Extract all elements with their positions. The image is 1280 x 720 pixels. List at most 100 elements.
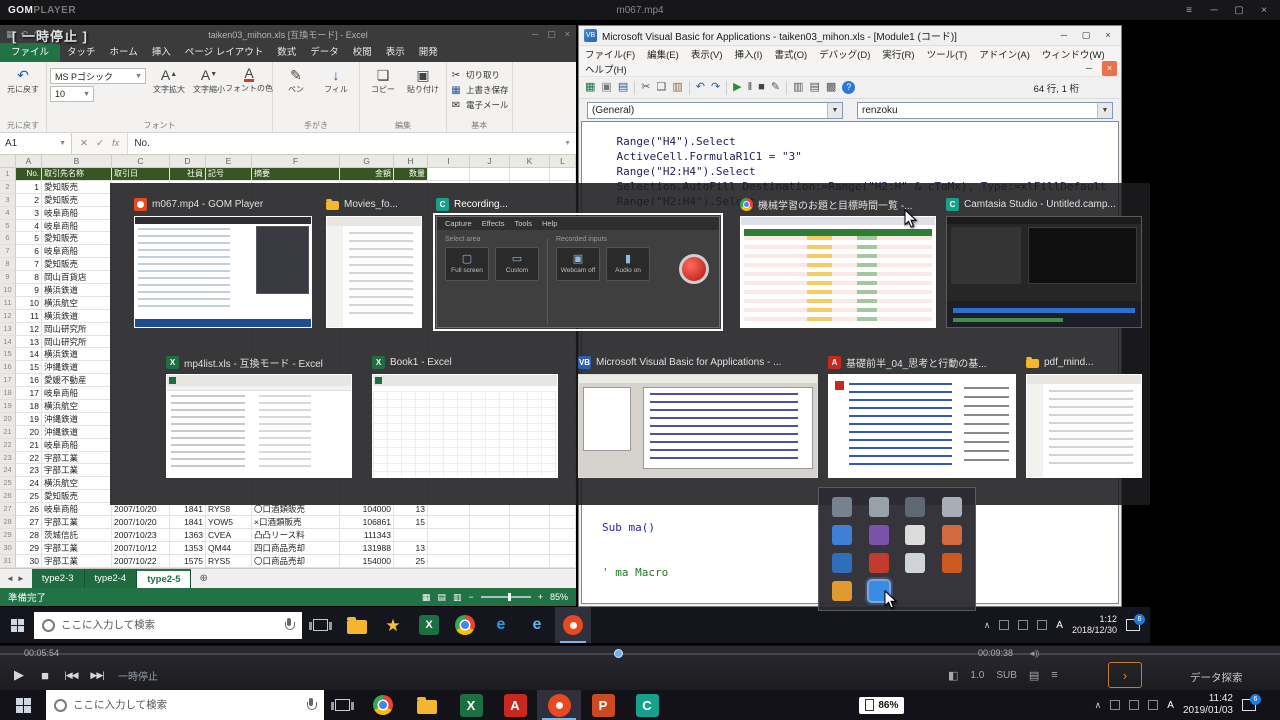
button-label: フォントの色: [225, 83, 273, 94]
close-button[interactable]: ×: [1253, 3, 1275, 18]
sheet-scroll-left-icon: ◄: [6, 574, 14, 583]
recorded-inputs-buttons: ▣Webcam off▮Audio on: [556, 247, 650, 281]
menu-icon[interactable]: ≡: [1051, 669, 1057, 681]
cell: 111343: [340, 529, 394, 542]
thumb-graphic: [327, 217, 421, 226]
cell: 1363: [170, 529, 206, 542]
taskbar-button-chrome[interactable]: [361, 690, 405, 720]
powerpoint-icon: P: [592, 694, 615, 717]
maximize-button[interactable]: ▢: [1228, 3, 1250, 18]
tray-icon[interactable]: [1110, 700, 1120, 710]
side-panel-label[interactable]: データ探索: [1190, 670, 1243, 685]
play-button[interactable]: ▶: [6, 667, 32, 683]
seek-handle[interactable]: [614, 649, 623, 658]
cell: 13: [394, 503, 428, 516]
recorder-menubar: CaptureEffectsToolsHelp: [437, 217, 719, 230]
window-title: CCamtasia Studio - Untitled.camp...: [946, 197, 1142, 212]
next-button[interactable]: ▶▶|: [84, 670, 110, 681]
cell: RYS5: [206, 555, 252, 568]
search-input[interactable]: [73, 699, 300, 711]
search-box[interactable]: [46, 690, 324, 720]
ime-indicator[interactable]: A: [1167, 700, 1174, 711]
scissors-icon: ✂: [450, 70, 462, 81]
start-button[interactable]: [0, 690, 46, 720]
thumb-graphic: [373, 375, 557, 386]
cell: 5: [16, 232, 42, 245]
notification-badge: 6: [1134, 614, 1145, 625]
chevron-up-icon[interactable]: ∧: [1095, 700, 1102, 711]
chrome-icon: [455, 615, 475, 635]
seek-bar[interactable]: [0, 653, 1280, 655]
chevron-down-icon: ▼: [83, 91, 90, 98]
chevron-down-icon: ▼: [1097, 103, 1112, 118]
taskbar-button-pdf[interactable]: A: [493, 690, 537, 720]
search-icon: [54, 699, 67, 712]
taskbar-icons: XA PC: [361, 690, 669, 720]
speed-button[interactable]: 1.0: [970, 670, 984, 681]
cell: 岐阜商船: [42, 245, 112, 258]
cell: 愛知販売: [42, 490, 112, 503]
cell: 15: [394, 516, 428, 529]
row-number: 27: [0, 503, 16, 516]
tray-icon: [1037, 620, 1047, 630]
taskbar-button-explorer[interactable]: [405, 690, 449, 720]
cell: 20: [16, 426, 42, 439]
cell: 宇部工業: [42, 516, 112, 529]
subtitle-button[interactable]: SUB: [996, 670, 1017, 681]
clock[interactable]: 11:42 2019/01/03: [1183, 693, 1233, 717]
microphone-icon[interactable]: [306, 698, 316, 712]
cell: 11: [16, 310, 42, 323]
taskbar-button-excel[interactable]: X: [449, 690, 493, 720]
volume-icon[interactable]: ◄)): [1028, 649, 1038, 658]
battery-value: 86%: [878, 700, 898, 711]
tray-icon[interactable]: [1129, 700, 1139, 710]
code-line: [602, 550, 668, 565]
camtasia-icon: C: [636, 694, 659, 717]
menu-icon[interactable]: ≡: [1178, 3, 1200, 18]
window-title: Xmp4list.xls - 互換モード - Excel: [166, 355, 352, 370]
video-display-area[interactable]: ▦ ↶ ↷ taiken03_mihon.xls [互換モード] - Excel…: [0, 20, 1150, 645]
row-number: 20: [0, 413, 16, 426]
cell: [510, 168, 550, 181]
taskbar-button-camtasia[interactable]: C: [625, 690, 669, 720]
pdf-icon: A: [504, 694, 527, 717]
taskbar-button-powerpoint[interactable]: P: [581, 690, 625, 720]
webcam-label: Webcam off: [561, 267, 595, 274]
ribbon-group-ink: ✎ペン ↓フィル 手がき: [273, 62, 360, 132]
taskbar-button-gom[interactable]: [537, 690, 581, 720]
audio-toggle: ▮Audio on: [606, 247, 650, 281]
battery-percentage-badge[interactable]: 86%: [859, 697, 904, 714]
code-block-bottom: Sub ma() ' ma Macro: [602, 520, 668, 580]
previous-button[interactable]: |◀◀: [58, 670, 84, 681]
task-view-button[interactable]: [335, 699, 350, 711]
recorder-menu-item: Capture: [445, 219, 472, 228]
cell: QM44: [206, 542, 252, 555]
minimize-button[interactable]: ─: [1203, 3, 1225, 18]
playlist-icon[interactable]: ▤: [1029, 669, 1039, 682]
cell: [510, 516, 550, 529]
row-number: 31: [0, 555, 16, 568]
gom-player-icon: [134, 198, 147, 211]
redo-icon: ↷: [711, 82, 720, 93]
column-header-F: F: [252, 155, 340, 167]
thumb-graphic: [349, 232, 413, 319]
cell: 1841: [170, 516, 206, 529]
popup-icon-11: [942, 553, 962, 573]
window-thumbnail: [372, 374, 558, 478]
gom-logo-bold: GOM: [8, 5, 33, 16]
vba-menu-1: 編集(E): [641, 47, 685, 61]
task-switcher-overlay: m067.mp4 - GOM PlayerMovies_fo...CRecord…: [110, 183, 1150, 505]
capture-icon[interactable]: ◧: [948, 669, 958, 682]
cell: 岐阜商船: [42, 207, 112, 220]
cell: 18: [16, 400, 42, 413]
action-center-icon: 6: [1126, 619, 1140, 631]
tray-icon[interactable]: [1148, 700, 1158, 710]
cell: 15: [16, 361, 42, 374]
stop-button[interactable]: ■: [32, 668, 58, 683]
cell: 愛媛不動産: [42, 374, 112, 387]
side-panel-toggle-button[interactable]: ›: [1108, 662, 1142, 688]
maximize-icon: ▢: [1076, 28, 1096, 43]
action-center-icon[interactable]: 6: [1242, 699, 1256, 711]
sheet-tab-type2-3: type2-3: [32, 569, 85, 588]
close-icon: ×: [1102, 61, 1117, 76]
